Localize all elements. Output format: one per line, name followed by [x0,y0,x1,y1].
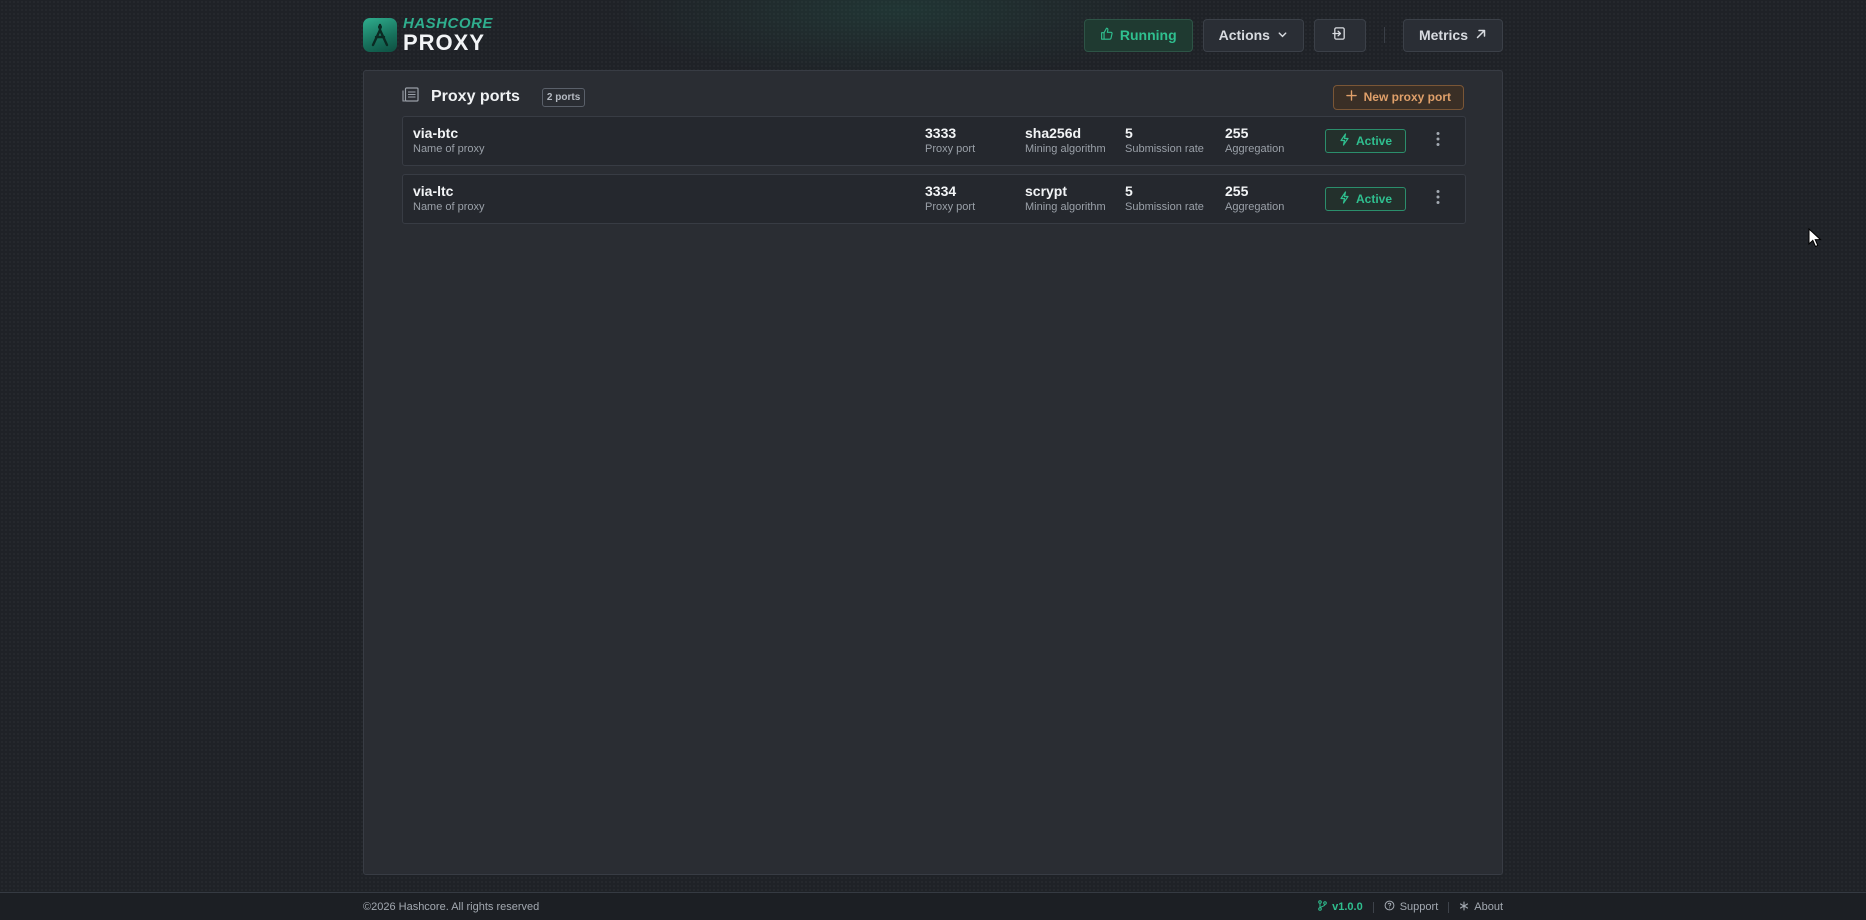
proxy-port-value: 3333 [925,125,957,141]
lightning-icon [1339,133,1350,149]
panel-header: Proxy ports 2 ports New proxy port [402,81,1464,113]
metrics-label: Metrics [1418,27,1468,43]
brand-name-top: HASHCORE [403,15,493,32]
mining-algorithm-label: Mining algorithm [1025,143,1106,155]
mining-algorithm-value: scrypt [1025,183,1068,199]
submission-rate-label: Submission rate [1125,201,1204,213]
submission-rate-value: 5 [1125,183,1133,199]
actions-dropdown-button[interactable]: Actions [1202,18,1304,52]
support-label: Support [1399,901,1439,913]
kebab-menu-icon [1436,189,1440,210]
submission-rate-label: Submission rate [1125,143,1204,155]
proxy-ports-panel: Proxy ports 2 ports New proxy port via-b… [363,70,1503,875]
new-proxy-port-label: New proxy port [1363,90,1451,104]
page-footer: ©2026 Hashcore. All rights reserved v1.0… [0,892,1866,920]
proxy-port-label: Proxy port [925,143,976,155]
chevron-down-icon [1277,27,1288,43]
lightning-icon [1339,191,1350,207]
copyright-text: ©2026 Hashcore. All rights reserved [363,901,540,913]
row-menu-button[interactable] [1428,188,1448,210]
row-menu-button[interactable] [1428,130,1448,152]
header-divider [1383,27,1385,43]
active-status-button[interactable]: Active [1325,187,1406,211]
thumbs-up-icon [1100,27,1113,43]
panel-title: Proxy ports [431,88,520,105]
running-label: Running [1119,27,1177,43]
active-label: Active [1355,192,1393,206]
submission-rate-value: 5 [1125,125,1133,141]
footer-divider [1372,901,1374,913]
brand-name-bottom: PROXY [403,30,486,55]
about-link[interactable]: About [1459,900,1503,914]
metrics-button[interactable]: Metrics [1402,18,1503,52]
brand-logo[interactable]: HASHCORE PROXY [363,16,493,54]
new-proxy-port-button[interactable]: New proxy port [1332,84,1464,110]
proxy-name: via-ltc [413,183,454,199]
logout-icon [1332,26,1347,44]
proxy-port-value: 3334 [925,183,957,199]
git-branch-icon [1318,900,1327,914]
version-label: v1.0.0 [1332,901,1363,913]
logout-button[interactable] [1313,18,1366,52]
external-arrow-icon [1475,27,1487,43]
proxy-row[interactable]: via-btc Name of proxy 3333 Proxy port sha2… [402,116,1466,166]
proxy-row[interactable]: via-ltc Name of proxy 3334 Proxy port scry… [402,174,1466,224]
mouse-cursor-icon [1808,227,1822,253]
top-header: HASHCORE PROXY Running Actions Metrics [363,12,1503,58]
proxy-name-label: Name of proxy [413,201,485,213]
asterisk-icon [1459,900,1469,914]
aggregation-value: 255 [1225,125,1249,141]
active-status-button[interactable]: Active [1325,129,1406,153]
active-label: Active [1355,134,1393,148]
list-icon [402,87,419,107]
proxy-name-label: Name of proxy [413,143,485,155]
proxy-port-label: Proxy port [925,201,976,213]
aggregation-value: 255 [1225,183,1249,199]
footer-divider [1448,901,1450,913]
about-label: About [1474,901,1503,913]
actions-label: Actions [1218,27,1270,43]
mining-algorithm-label: Mining algorithm [1025,201,1106,213]
port-count-badge: 2 ports [541,87,586,107]
proxy-list: via-btc Name of proxy 3333 Proxy port sha2… [402,116,1466,232]
logo-mark-icon [363,18,397,52]
kebab-menu-icon [1436,131,1440,152]
help-circle-icon [1384,900,1395,914]
version-link[interactable]: v1.0.0 [1318,900,1363,914]
running-status-button[interactable]: Running [1083,18,1193,52]
aggregation-label: Aggregation [1225,143,1285,155]
aggregation-label: Aggregation [1225,201,1285,213]
mining-algorithm-value: sha256d [1025,125,1082,141]
support-link[interactable]: Support [1384,900,1439,914]
proxy-name: via-btc [413,125,459,141]
plus-icon [1345,90,1357,104]
